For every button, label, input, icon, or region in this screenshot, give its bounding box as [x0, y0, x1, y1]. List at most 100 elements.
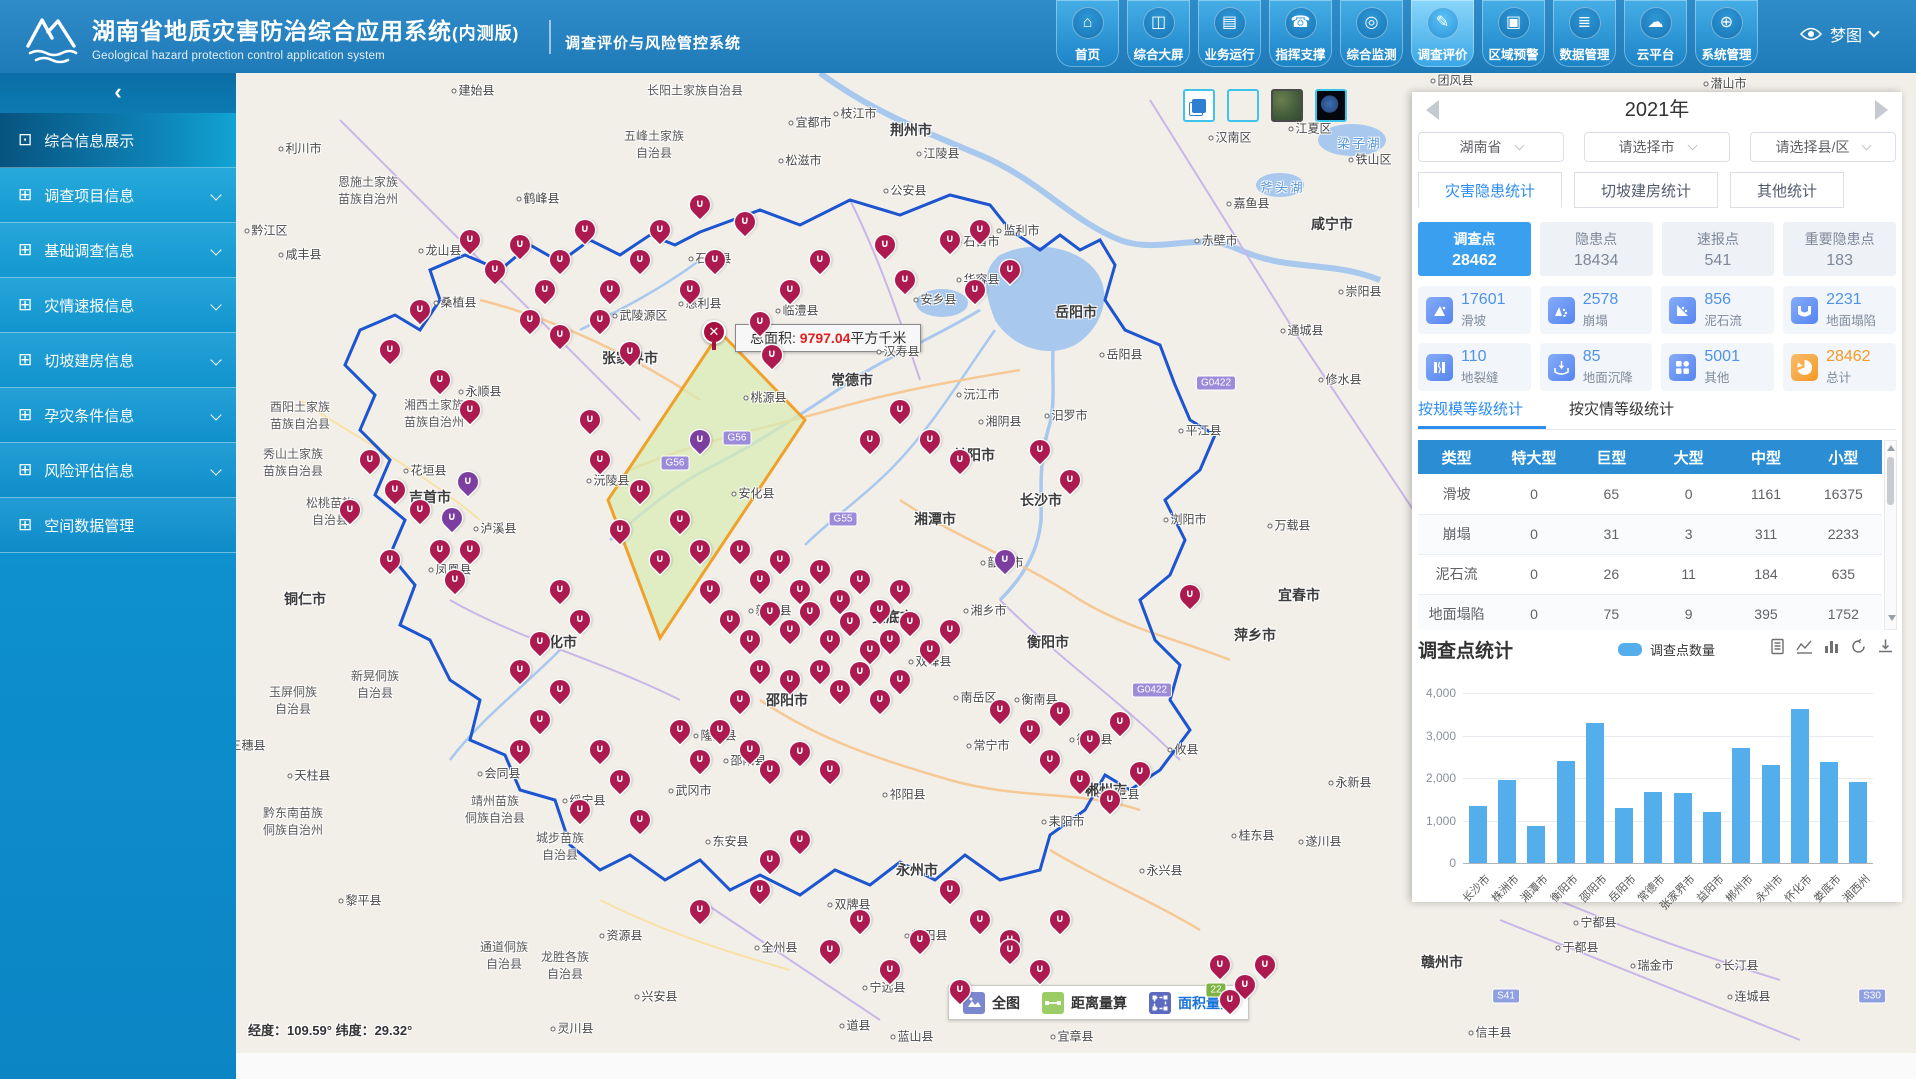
hazard-marker[interactable]: ∪	[546, 576, 574, 604]
hazard-marker[interactable]: ∪	[516, 306, 544, 334]
hazard-marker[interactable]: ∪	[406, 496, 434, 524]
hazard-marker[interactable]: ∪	[886, 666, 914, 694]
nav-系统管理[interactable]: ⊕系统管理	[1695, 0, 1758, 67]
tile-泥石流[interactable]: 856泥石流	[1661, 286, 1774, 334]
hazard-marker[interactable]: ∪	[896, 608, 924, 636]
hazard-marker[interactable]: ∪	[666, 506, 694, 534]
tool-全图[interactable]: 全图	[963, 992, 1020, 1014]
line-chart-icon[interactable]	[1796, 638, 1813, 660]
hazard-marker[interactable]: ∪	[946, 976, 974, 1004]
hazard-marker[interactable]: ∪	[936, 226, 964, 254]
sidebar-item-风险评估信息[interactable]: ⊞风险评估信息	[0, 443, 236, 498]
hazard-marker[interactable]: ∪	[866, 596, 894, 624]
hazard-marker[interactable]: ∪	[506, 656, 534, 684]
nav-数据管理[interactable]: ≣数据管理	[1553, 0, 1616, 67]
hazard-marker[interactable]: ∪	[376, 336, 404, 364]
year-prev-arrow[interactable]	[1426, 100, 1439, 120]
hazard-marker[interactable]: ∪	[454, 468, 482, 496]
hazard-marker[interactable]: ∪	[456, 396, 484, 424]
hazard-marker[interactable]: ∪	[846, 658, 874, 686]
sidebar-item-调查项目信息[interactable]: ⊞调查项目信息	[0, 168, 236, 223]
hazard-marker[interactable]: ∪	[891, 266, 919, 294]
hazard-marker[interactable]: ∪	[991, 546, 1019, 574]
hazard-marker[interactable]: ∪	[1206, 951, 1234, 979]
hazard-marker[interactable]: ∪	[746, 876, 774, 904]
hazard-marker[interactable]: ∪	[456, 536, 484, 564]
measure-close-pin[interactable]: ✕	[702, 320, 726, 350]
hazard-marker[interactable]: ∪	[1126, 758, 1154, 786]
tile-总计[interactable]: 28462总计	[1783, 343, 1896, 391]
hazard-marker[interactable]: ∪	[381, 476, 409, 504]
hazard-marker[interactable]: ∪	[746, 308, 774, 336]
hazard-marker[interactable]: ∪	[626, 476, 654, 504]
satellite-layer-thumbnail[interactable]	[1271, 89, 1303, 122]
nav-云平台[interactable]: ☁云平台	[1624, 0, 1687, 67]
hazard-marker[interactable]: ∪	[816, 756, 844, 784]
tile-滑坡[interactable]: 17601滑坡	[1418, 286, 1531, 334]
tile-其他[interactable]: 5001其他	[1661, 343, 1774, 391]
hazard-marker[interactable]: ∪	[796, 598, 824, 626]
user-zone[interactable]: 梦图	[1800, 22, 1878, 46]
hazard-marker[interactable]: ∪	[566, 796, 594, 824]
hazard-marker[interactable]: ∪	[756, 846, 784, 874]
hazard-marker[interactable]: ∪	[856, 426, 884, 454]
chart-legend[interactable]: 调查点数量	[1618, 640, 1715, 659]
nav-业务运行[interactable]: ▤业务运行	[1198, 0, 1261, 67]
tile-崩塌[interactable]: 2578崩塌	[1540, 286, 1653, 334]
tab-by-scale[interactable]: 按规模等级统计	[1418, 401, 1523, 418]
hazard-marker[interactable]: ∪	[966, 216, 994, 244]
hazard-marker[interactable]: ∪	[1251, 951, 1279, 979]
hazard-marker[interactable]: ∪	[836, 608, 864, 636]
tile-地面塌陷[interactable]: 2231地面塌陷	[1783, 286, 1896, 334]
scroll-up-icon[interactable]	[1887, 445, 1895, 451]
hazard-marker[interactable]: ∪	[686, 426, 714, 454]
sidebar-item-基础调查信息[interactable]: ⊞基础调查信息	[0, 223, 236, 278]
hazard-marker[interactable]: ∪	[1026, 956, 1054, 984]
hazard-marker[interactable]: ∪	[786, 738, 814, 766]
hazard-marker[interactable]: ∪	[456, 226, 484, 254]
hazard-marker[interactable]: ∪	[1096, 786, 1124, 814]
tab-其他统计[interactable]: 其他统计	[1730, 172, 1844, 208]
hazard-marker[interactable]: ∪	[676, 276, 704, 304]
hazard-marker[interactable]: ∪	[1046, 906, 1074, 934]
hazard-marker[interactable]: ∪	[586, 446, 614, 474]
hazard-marker[interactable]: ∪	[426, 536, 454, 564]
hazard-marker[interactable]: ∪	[526, 706, 554, 734]
hazard-marker[interactable]: ∪	[731, 208, 759, 236]
hazard-marker[interactable]: ∪	[846, 906, 874, 934]
hazard-marker[interactable]: ∪	[576, 406, 604, 434]
hazard-marker[interactable]: ∪	[871, 231, 899, 259]
hazard-marker[interactable]: ∪	[546, 321, 574, 349]
nav-调查评价[interactable]: ✎调查评价	[1411, 0, 1474, 67]
username[interactable]: 梦图	[1830, 22, 1862, 46]
hazard-marker[interactable]: ∪	[531, 276, 559, 304]
hazard-marker[interactable]: ∪	[606, 516, 634, 544]
region-select-2[interactable]: 请选择县/区	[1750, 132, 1896, 162]
region-select-1[interactable]: 请选择市	[1584, 132, 1730, 162]
year-next-arrow[interactable]	[1875, 100, 1888, 120]
hazard-marker[interactable]: ∪	[996, 936, 1024, 964]
hazard-marker[interactable]: ∪	[946, 446, 974, 474]
hazard-marker[interactable]: ∪	[626, 246, 654, 274]
card-重要隐患点[interactable]: 重要隐患点183	[1783, 222, 1896, 276]
card-速报点[interactable]: 速报点541	[1662, 222, 1775, 276]
hazard-marker[interactable]: ∪	[606, 766, 634, 794]
bar-chart-icon[interactable]	[1823, 638, 1840, 660]
hazard-marker[interactable]: ∪	[426, 366, 454, 394]
hazard-marker[interactable]: ∪	[886, 396, 914, 424]
hazard-marker[interactable]: ∪	[786, 826, 814, 854]
hazard-marker[interactable]: ∪	[826, 586, 854, 614]
hazard-marker[interactable]: ∪	[586, 306, 614, 334]
hazard-marker[interactable]: ∪	[758, 341, 786, 369]
hazard-marker[interactable]: ∪	[961, 276, 989, 304]
eye-icon[interactable]	[1800, 27, 1822, 41]
sidebar-item-空间数据管理[interactable]: ⊞空间数据管理	[0, 498, 236, 553]
hazard-marker[interactable]: ∪	[336, 496, 364, 524]
hazard-marker[interactable]: ∪	[686, 536, 714, 564]
tab-切坡建房统计[interactable]: 切坡建房统计	[1574, 172, 1718, 208]
hazard-marker[interactable]: ∪	[1176, 581, 1204, 609]
data-view-icon[interactable]	[1769, 638, 1786, 660]
hazard-marker[interactable]: ∪	[1066, 766, 1094, 794]
hazard-marker[interactable]: ∪	[546, 246, 574, 274]
scroll-down-icon[interactable]	[1888, 615, 1896, 621]
